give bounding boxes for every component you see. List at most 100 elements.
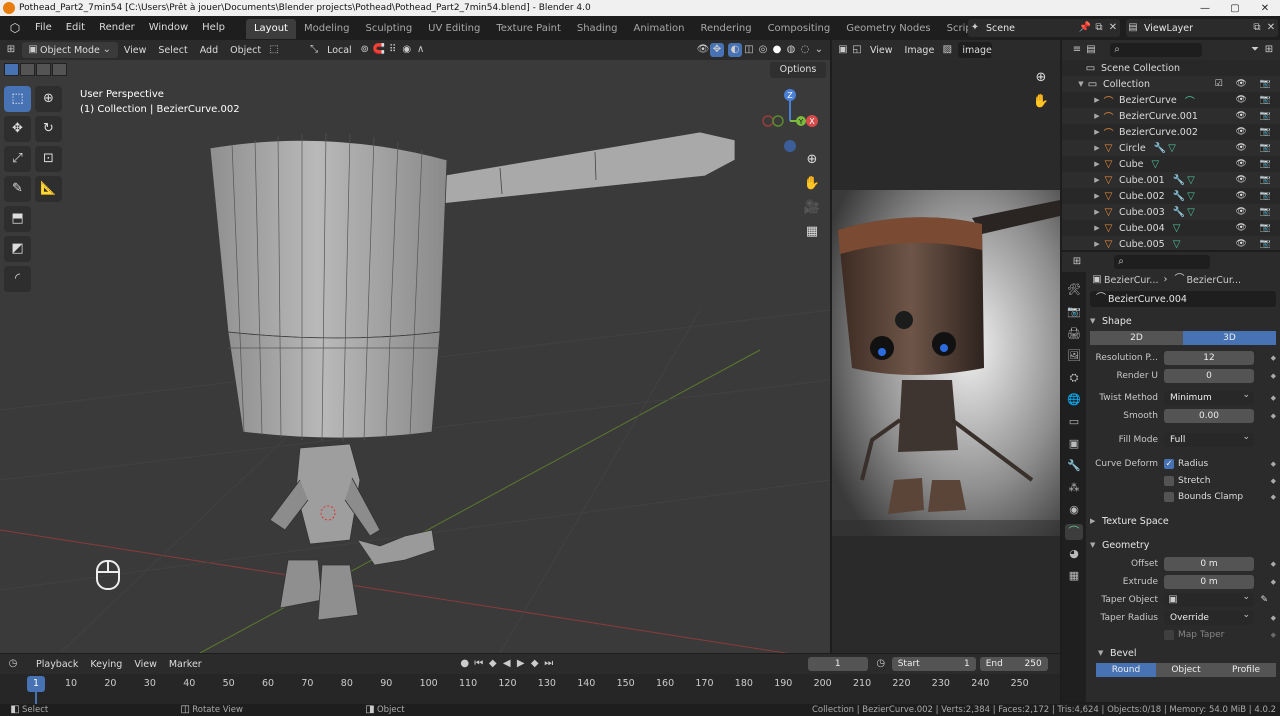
keyframe-dot-icon[interactable]: ◆: [1271, 354, 1276, 362]
outliner-item[interactable]: ▶ ▽ Cube.003 🔧▽ 👁 📷: [1062, 204, 1280, 220]
wireframe-shading-icon[interactable]: ◎: [756, 43, 770, 57]
extrude-tool-icon[interactable]: ◩: [4, 236, 31, 262]
orientation-dropdown[interactable]: Local: [321, 45, 358, 56]
tab-animation[interactable]: Animation: [626, 19, 693, 39]
current-frame-field[interactable]: 1: [807, 657, 868, 671]
bounds-clamp-checkbox[interactable]: Bounds Clamp: [1164, 492, 1243, 502]
viewport-scene[interactable]: [0, 60, 830, 653]
item-visibility-icons[interactable]: 👁 📷: [1236, 95, 1277, 105]
resolution-field[interactable]: 12: [1164, 351, 1254, 365]
particles-tab-icon[interactable]: ⁂: [1065, 480, 1083, 496]
next-keyframe-icon[interactable]: ◆: [528, 657, 542, 671]
view-layer-selector[interactable]: ▤ ViewLayer ⧉ ✕: [1126, 19, 1278, 37]
gizmo-toggle-icon[interactable]: ✥: [710, 43, 724, 57]
jump-end-icon[interactable]: ⏭: [542, 657, 556, 671]
expand-arrow-icon[interactable]: ▶: [1092, 112, 1102, 120]
fill-mode-dropdown[interactable]: Full: [1164, 430, 1254, 447]
texture-tab-icon[interactable]: ▦: [1065, 568, 1083, 584]
outliner-item[interactable]: ▶ ⌒ BezierCurve ⌒ 👁 📷: [1062, 92, 1280, 108]
delete-scene-icon[interactable]: ✕: [1106, 21, 1120, 35]
tab-sculpting[interactable]: Sculpting: [357, 19, 420, 39]
properties-editor[interactable]: ⊞ ⌕ 🛠 📷 🖨 🖼 ⛭ 🌐 ▭ ▣ 🔧 ⁂ ◉ ⌒ ◕ ▦ ▣ Bezier…: [1062, 252, 1280, 702]
select-box-tool-icon[interactable]: ⬚: [4, 86, 31, 112]
curve-data-tab-icon[interactable]: ⌒: [1065, 524, 1083, 540]
viewport-menu-select[interactable]: Select: [152, 45, 193, 56]
image-editor[interactable]: ▣ ◱ View Image ▨ image_ ⊕ ✋: [832, 40, 1060, 653]
close-button[interactable]: ✕: [1250, 3, 1280, 14]
image-pan-icon[interactable]: ✋: [1030, 94, 1052, 110]
object-tab-icon[interactable]: ▣: [1065, 436, 1083, 452]
timeline-menu-view[interactable]: View: [128, 659, 163, 670]
pin-icon[interactable]: 📌: [1078, 21, 1092, 35]
navigation-gizmo[interactable]: Z X Y: [756, 88, 826, 158]
outliner-item[interactable]: ▶ ▽ Cube ▽ 👁 📷: [1062, 156, 1280, 172]
keyframe-dot-icon[interactable]: ◆: [1271, 578, 1276, 586]
radius-checkbox[interactable]: ✓ Radius: [1164, 459, 1208, 469]
move-tool-icon[interactable]: ✥: [4, 116, 31, 142]
measure-tool-icon[interactable]: 📐: [35, 176, 62, 202]
collapse-arrow-icon[interactable]: ▼: [1076, 80, 1086, 88]
new-view-layer-icon[interactable]: ⧉: [1250, 21, 1264, 35]
jump-start-icon[interactable]: ⏮: [472, 657, 486, 671]
mode-dropdown[interactable]: ▣ Object Mode ⌄: [22, 42, 118, 58]
tool-tab-icon[interactable]: 🛠: [1065, 282, 1083, 298]
keyframe-dot-icon[interactable]: ◆: [1271, 560, 1276, 568]
playhead-line[interactable]: [35, 692, 37, 704]
play-reverse-icon[interactable]: ◀: [500, 657, 514, 671]
modifier-tab-icon[interactable]: 🔧: [1065, 458, 1083, 474]
image-menu-view[interactable]: View: [864, 45, 899, 56]
zoom-icon[interactable]: ⊕: [801, 152, 823, 168]
item-visibility-icons[interactable]: 👁 📷: [1236, 239, 1277, 249]
texture-space-panel-header[interactable]: ▶ Texture Space: [1090, 511, 1276, 531]
timeline-type-icon[interactable]: ◷: [6, 657, 20, 671]
solid-shading-icon[interactable]: ●: [770, 43, 784, 57]
expand-arrow-icon[interactable]: ▶: [1092, 176, 1102, 184]
delete-view-layer-icon[interactable]: ✕: [1264, 21, 1278, 35]
proportional-edit-icon[interactable]: ◉: [400, 43, 414, 57]
viewport-menu-object[interactable]: Object: [224, 45, 267, 56]
outliner-collection[interactable]: ▼ ▭ Collection ☑ 👁 📷: [1062, 76, 1280, 92]
keyframe-dot-icon[interactable]: ◆: [1271, 412, 1276, 420]
outliner-type-icon[interactable]: ≡: [1070, 43, 1084, 57]
item-visibility-icons[interactable]: 👁 📷: [1236, 159, 1277, 169]
viewport-menu-add[interactable]: Add: [194, 45, 224, 56]
shading-options-icon[interactable]: ⌄: [812, 43, 826, 57]
outliner-item[interactable]: ▶ ▽ Cube.005 ▽ 👁 📷: [1062, 236, 1280, 250]
offset-field[interactable]: 0 m: [1164, 557, 1254, 571]
3d-viewport[interactable]: ⊞ ▣ Object Mode ⌄ View Select Add Object…: [0, 40, 830, 653]
curve-data-name-field[interactable]: ⌒ BezierCurve.004: [1090, 291, 1276, 307]
outliner-item[interactable]: ▶ ⌒ BezierCurve.001 👁 📷: [1062, 108, 1280, 124]
scene-tab-icon[interactable]: ⛭: [1065, 370, 1083, 386]
menu-render[interactable]: Render: [92, 16, 142, 40]
timeline-ruler[interactable]: 10 20 30 40 50 60 70 80 90 100 110 120 130 140 150 160 1…: [0, 674, 1060, 704]
outliner-item[interactable]: ▶ ▽ Cube.001 🔧▽ 👁 📷: [1062, 172, 1280, 188]
play-icon[interactable]: ▶: [514, 657, 528, 671]
transform-affect-icon[interactable]: ⬚: [267, 43, 281, 57]
outliner[interactable]: ≡ ▤ ⌕ ⏷ ⊞ ▭ Scene Collection ▼ ▭ Collect…: [1062, 40, 1280, 250]
expand-arrow-icon[interactable]: ▶: [1092, 144, 1102, 152]
tab-shading[interactable]: Shading: [569, 19, 626, 39]
image-browse-icon[interactable]: ▨: [940, 43, 954, 57]
snap-target-icon[interactable]: ⠿: [386, 43, 400, 57]
expand-arrow-icon[interactable]: ▶: [1092, 128, 1102, 136]
material-shading-icon[interactable]: ◍: [784, 43, 798, 57]
tab-rendering[interactable]: Rendering: [692, 19, 759, 39]
prev-keyframe-icon[interactable]: ◆: [486, 657, 500, 671]
bevel-object-button[interactable]: Object: [1156, 663, 1216, 677]
eyedropper-icon[interactable]: ✎: [1260, 595, 1268, 605]
minimize-button[interactable]: —: [1190, 3, 1220, 14]
expand-arrow-icon[interactable]: ▶: [1092, 240, 1102, 248]
image-editor-type-icon[interactable]: ▣: [836, 43, 850, 57]
record-keyframe-icon[interactable]: ●: [458, 657, 472, 671]
maximize-button[interactable]: ▢: [1220, 3, 1250, 14]
keyframe-dot-icon[interactable]: ◆: [1271, 460, 1276, 468]
dimensions-2d-button[interactable]: 2D: [1090, 331, 1183, 345]
render-tab-icon[interactable]: 📷: [1065, 304, 1083, 320]
timeline[interactable]: ◷ Playback Keying View Marker ● ⏮ ◆ ◀ ▶ …: [0, 654, 1060, 704]
rotate-tool-icon[interactable]: ↻: [35, 116, 62, 142]
image-name-field[interactable]: image_: [958, 42, 993, 58]
snap-icon[interactable]: 🧲: [372, 43, 386, 57]
playhead-frame-indicator[interactable]: 1: [27, 676, 45, 692]
tab-layout[interactable]: Layout: [245, 19, 296, 39]
visibility-icon[interactable]: 👁: [696, 43, 710, 57]
